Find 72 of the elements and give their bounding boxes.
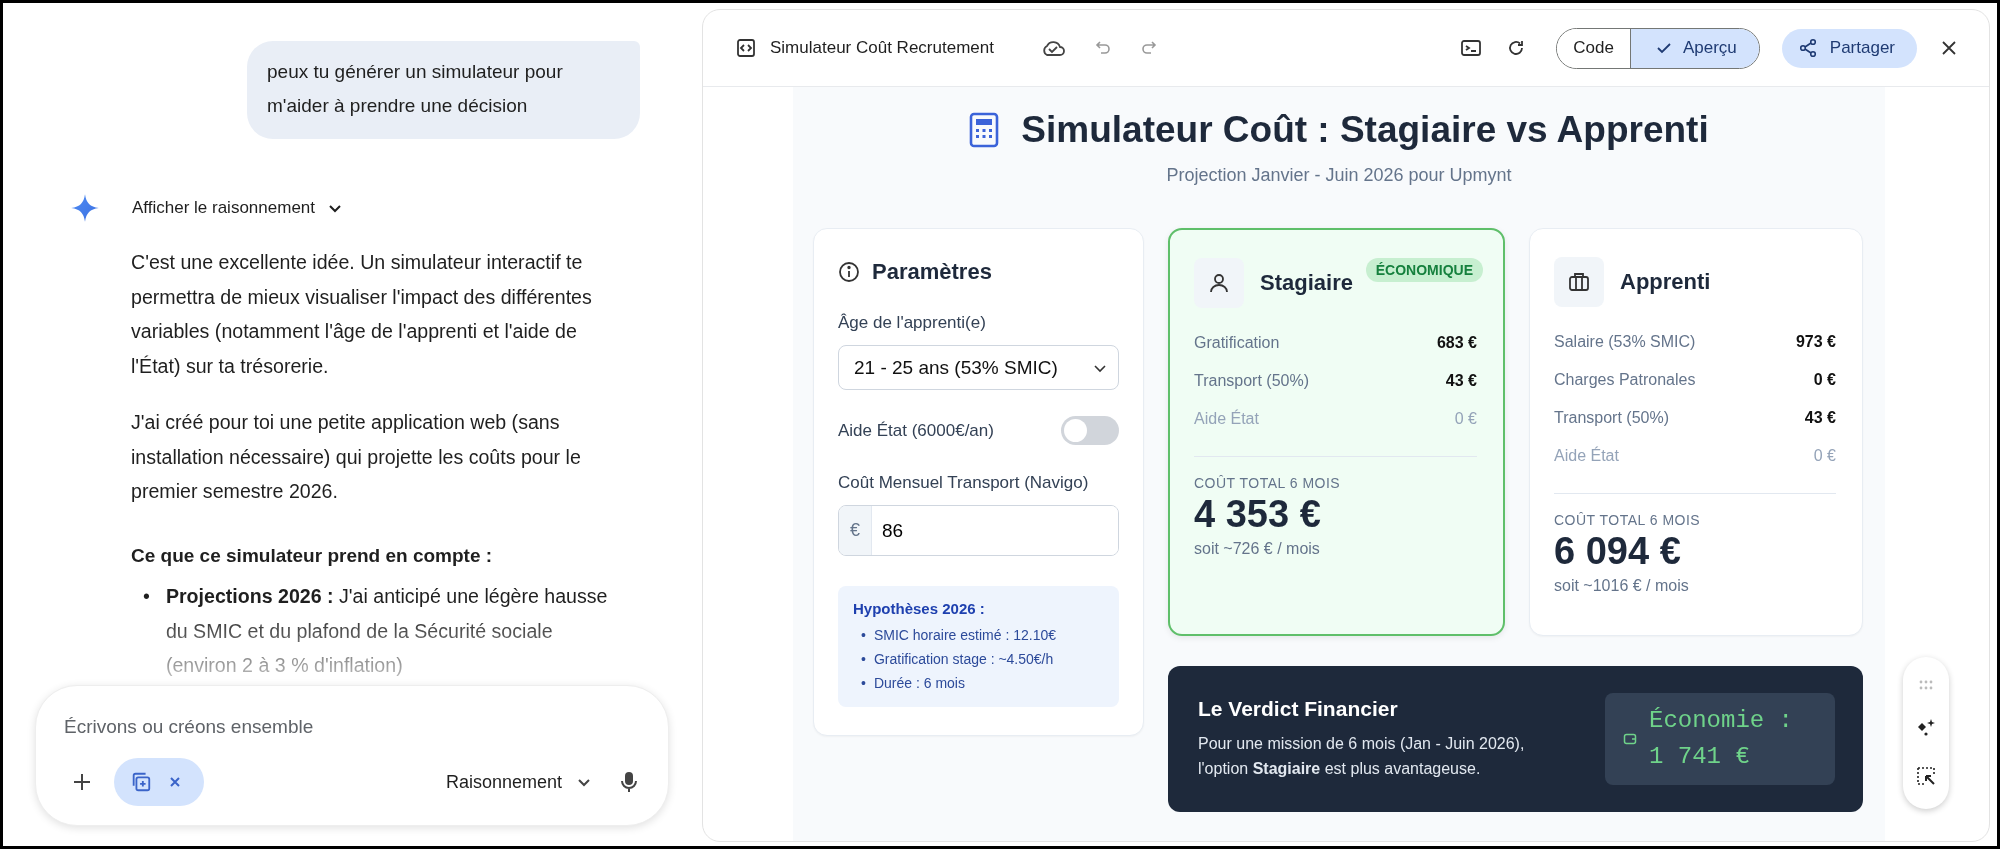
transport-label: Coût Mensuel Transport (Navigo) <box>838 473 1090 493</box>
app-subtitle: Projection Janvier - Juin 2026 pour Upmynt <box>1165 165 1513 186</box>
calculator-icon <box>969 112 1000 148</box>
assumption-item: Durée : 6 mois <box>873 674 965 693</box>
response-heading: Ce que ce simulateur prend en compte : <box>131 543 494 568</box>
cost-value: 0 € <box>1813 371 1836 389</box>
cheapest-badge: ÉCONOMIQUE <box>1365 258 1483 282</box>
share-icon <box>1797 38 1818 58</box>
view-tab[interactable]: Aperçu <box>1629 28 1759 68</box>
plus-icon[interactable] <box>72 772 92 792</box>
option-name: Stagiaire <box>1260 270 1353 296</box>
canvas-title: Simulateur Coût Recrutement <box>770 38 994 58</box>
cost-value: 43 € <box>1804 409 1836 427</box>
terminal-icon[interactable] <box>1460 38 1483 58</box>
verdict-text: Pour une mission de 6 mois (Jan - Juin 2026), l'option Stagiaire est plus avantageuse. <box>1198 734 1526 779</box>
assumptions-title: Hypothèses 2026 : <box>853 600 986 617</box>
option-name: Apprenti <box>1620 269 1711 295</box>
bullet-marker: • <box>861 674 866 693</box>
cost-value: 0 € <box>1454 410 1477 428</box>
cost-label: Charges Patronales <box>1554 371 1696 389</box>
cost-value: 683 € <box>1436 334 1477 352</box>
aid-label: Aide État (6000€/an) <box>838 420 994 441</box>
code-icon <box>736 38 756 58</box>
total-value: 6 094 € <box>1554 530 1682 573</box>
info-icon <box>838 261 860 283</box>
close-icon[interactable] <box>1941 40 1957 56</box>
age-dropdown[interactable]: 21 - 25 ans (53% SMIC) <box>838 345 1119 390</box>
age-label: Âge de l'apprenti(e) <box>838 313 987 333</box>
cost-label: Gratification <box>1194 334 1280 352</box>
cost-label: Transport (50%) <box>1194 372 1309 390</box>
briefcase-icon <box>1567 270 1591 294</box>
cost-label: Salaire (53% SMIC) <box>1554 333 1696 351</box>
redo-icon[interactable] <box>1139 39 1158 57</box>
share-button[interactable]: Partager <box>1781 28 1917 68</box>
wallet-icon <box>1623 732 1637 746</box>
bullet-marker: • <box>143 584 150 609</box>
savings-amount: Économie : 1 741 € <box>1649 706 1795 772</box>
verdict-title: Le Verdict Financier <box>1198 697 1399 721</box>
user-message: peux tu générer un simulateur pour m'aider à prendre une décision <box>247 41 640 139</box>
user-icon <box>1207 271 1231 295</box>
drag-handle-icon[interactable] <box>1918 680 1934 691</box>
reasoning-toggle[interactable]: Afficher le raisonnement <box>132 198 343 218</box>
response-bullet: Projections 2026 : J'ai anticipé une légère hausse du SMIC et du plafond de la Sécurité sociale (environ 2 à 3 % d'inflation) <box>165 584 609 678</box>
aid-switch[interactable] <box>1061 416 1119 445</box>
cost-value: 0 € <box>1813 447 1836 465</box>
cost-label: Aide État <box>1554 447 1619 465</box>
bullet-marker: • <box>861 650 866 669</box>
response-paragraph: J'ai créé pour toi une petite application web (sans installation nécessaire) qui projette les coûts pour le premier semestre 2026. <box>131 410 582 504</box>
app-title: Simulateur Coût : Stagiaire vs Apprenti <box>1021 109 1709 151</box>
cost-label: Aide État <box>1194 410 1259 428</box>
cost-label: Transport (50%) <box>1554 409 1669 427</box>
assumption-item: SMIC horaire estimé : 12.10€ <box>873 626 1056 645</box>
cost-value: 43 € <box>1445 372 1477 390</box>
assumption-item: Gratification stage : ~4.50€/h <box>873 650 1054 669</box>
select-element-icon[interactable] <box>1916 765 1936 786</box>
transport-field[interactable]: € 86 <box>838 505 1119 556</box>
canvas-add-icon <box>130 771 152 793</box>
microphone-icon[interactable] <box>620 770 638 794</box>
bullet-marker: • <box>861 626 866 645</box>
prompt-field[interactable]: Écrivons ou créons ensemble Raisonnement <box>35 685 669 826</box>
monthly-cost: soit ~1016 € / mois <box>1554 577 1690 595</box>
parameters-title: Paramètres <box>872 259 992 285</box>
total-label: COÛT TOTAL 6 MOIS <box>1554 512 1702 528</box>
undo-icon[interactable] <box>1093 39 1112 57</box>
monthly-cost: soit ~726 € / mois <box>1194 540 1321 558</box>
canvas-chip[interactable] <box>114 758 204 806</box>
total-label: COÛT TOTAL 6 MOIS <box>1194 475 1342 491</box>
total-value: 4 353 € <box>1194 493 1322 536</box>
sparkle-icon <box>70 193 100 223</box>
cost-value: 973 € <box>1795 333 1836 351</box>
response-paragraph: C'est une excellente idée. Un simulateur interactif te permettra de mieux visualiser l'impact des différentes variables (notamment l'âge de l'apprenti et l'aide de l'État) sur ta trésorerie. <box>131 250 593 379</box>
mode-selector[interactable]: Raisonnement <box>439 770 598 794</box>
